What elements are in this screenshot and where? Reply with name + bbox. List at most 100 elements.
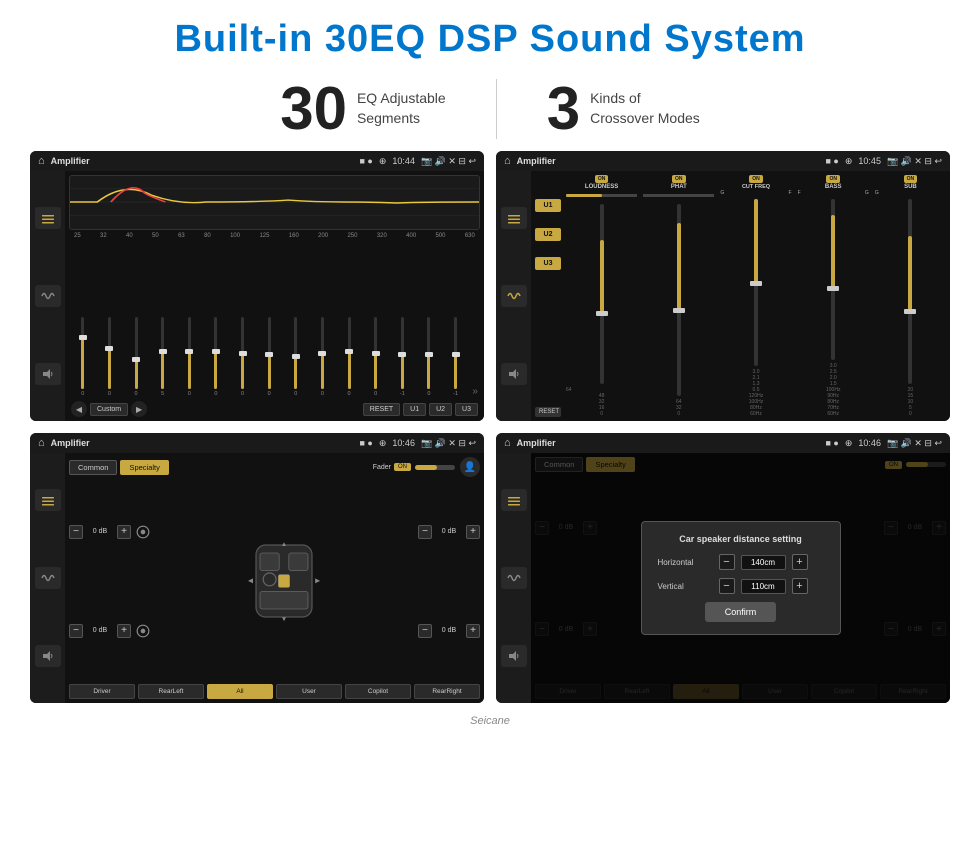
eq-icon4 <box>507 493 521 507</box>
rr-plus-btn[interactable]: + <box>466 624 480 638</box>
u2-channel-btn[interactable]: U2 <box>535 228 561 241</box>
driver-btn[interactable]: Driver <box>69 684 135 699</box>
specialty-body: Common Specialty Fader ON 👤 − <box>65 453 484 703</box>
eq-sidebar-btn2[interactable] <box>35 285 61 307</box>
cutfreq-on: ON <box>749 175 763 183</box>
eq-slider-0[interactable]: 0 <box>71 317 95 397</box>
specialty-sidebar-btn1[interactable] <box>35 489 61 511</box>
fader-on-toggle[interactable]: ON <box>394 463 411 471</box>
u1-channel-btn[interactable]: U1 <box>535 199 561 212</box>
cutfreq-gf: GF <box>720 190 791 196</box>
copilot-btn[interactable]: Copilot <box>345 684 411 699</box>
phat-slider-v[interactable] <box>677 204 681 396</box>
vertical-plus-btn[interactable]: + <box>792 578 808 594</box>
eq-slider-12[interactable]: -1 <box>391 317 415 397</box>
phat-slider-h[interactable] <box>643 194 714 197</box>
eq-slider-2[interactable]: 0 <box>124 317 148 397</box>
dialog-title: Car speaker distance setting <box>658 534 824 544</box>
crossover-home-icon: ⌂ <box>504 155 511 167</box>
fr-plus-btn[interactable]: + <box>466 525 480 539</box>
fl-minus-btn[interactable]: − <box>69 525 83 539</box>
person-btn[interactable]: 👤 <box>460 457 480 477</box>
eq-slider-3[interactable]: 5 <box>151 317 175 397</box>
u3-channel-btn[interactable]: U3 <box>535 257 561 270</box>
rl-minus-btn[interactable]: − <box>69 624 83 638</box>
crossover-reset-btn[interactable]: RESET <box>535 407 561 417</box>
eq-slider-14[interactable]: -1 <box>444 317 468 397</box>
bass-slider[interactable] <box>831 199 835 360</box>
speaker-rear-left-icon <box>136 624 150 638</box>
eq-slider-4[interactable]: 0 <box>178 317 202 397</box>
eq-bottom-controls: ◀ Custom ▶ RESET U1 U2 U3 <box>69 401 480 417</box>
confirm-button[interactable]: Confirm <box>705 602 777 622</box>
eq-slider-10[interactable]: 0 <box>337 317 361 397</box>
reset-btn[interactable]: RESET <box>363 403 400 416</box>
eq-slider-11[interactable]: 0 <box>364 317 388 397</box>
front-left-row: − 0 dB + <box>69 525 150 539</box>
distance-home-icon: ⌂ <box>504 437 511 449</box>
eq-app-title: Amplifier <box>51 156 354 166</box>
wave-icon2 <box>507 289 521 303</box>
common-tab[interactable]: Common <box>69 460 117 475</box>
cutfreq-col: ON CUT FREQ GF 3.0 2.1 1.3 0.5 120Hz10 <box>720 175 791 417</box>
eq-slider-9[interactable]: 0 <box>311 317 335 397</box>
rearright-btn[interactable]: RearRight <box>414 684 480 699</box>
car-diagram-area: ▲ ▼ ◀ ▶ <box>155 482 413 680</box>
specialty-sidebar-btn3[interactable] <box>35 645 61 667</box>
user-btn[interactable]: User <box>276 684 342 699</box>
stat-crossover: 3 Kinds of Crossover Modes <box>497 79 750 139</box>
all-btn[interactable]: All <box>207 684 273 699</box>
rr-minus-btn[interactable]: − <box>418 624 432 638</box>
eq-top-icons: 📷 🔊 ✕ ⊟ ↩ <box>421 156 476 167</box>
horizontal-value: 140cm <box>741 555 786 570</box>
rl-plus-btn[interactable]: + <box>117 624 131 638</box>
page-header: Built-in 30EQ DSP Sound System <box>0 0 980 71</box>
eq-slider-5[interactable]: 0 <box>204 317 228 397</box>
horizontal-minus-btn[interactable]: − <box>719 554 735 570</box>
distance-app-title: Amplifier <box>517 438 820 448</box>
prev-preset-btn[interactable]: ◀ <box>71 401 87 417</box>
horizontal-plus-btn[interactable]: + <box>792 554 808 570</box>
bass-col: ON BASS FG 3.0 2.5 2.0 1.5 100Hz90Hz80 <box>798 175 869 417</box>
eq-sidebar-btn3[interactable] <box>35 363 61 385</box>
eq-slider-7[interactable]: 0 <box>257 317 281 397</box>
vertical-minus-btn[interactable]: − <box>719 578 735 594</box>
loudness-slider-v[interactable] <box>600 204 604 384</box>
crossover-sidebar-btn2[interactable] <box>501 285 527 307</box>
phat-on: ON <box>672 175 686 183</box>
eq-slider-13[interactable]: 0 <box>417 317 441 397</box>
cutfreq-slider[interactable] <box>754 199 758 366</box>
home-icon: ⌂ <box>38 155 45 167</box>
distance-sidebar-btn2[interactable] <box>501 567 527 589</box>
distance-body: Common Specialty ON − 0 dB + <box>531 453 950 703</box>
specialty-tab[interactable]: Specialty <box>120 460 168 475</box>
eq-sidebar-btn1[interactable] <box>35 207 61 229</box>
crossover-sidebar-btn3[interactable] <box>501 363 527 385</box>
fader-slider[interactable] <box>415 465 455 470</box>
distance-sidebar-btn3[interactable] <box>501 645 527 667</box>
crossover-sidebar-btn1[interactable] <box>501 207 527 229</box>
rearleft-btn[interactable]: RearLeft <box>138 684 204 699</box>
specialty-location-icon: ⊕ <box>379 438 387 449</box>
next-preset-btn[interactable]: ▶ <box>131 401 147 417</box>
sub-scale5: 0 <box>909 411 912 417</box>
sub-slider[interactable] <box>908 199 912 384</box>
crossover-layout: U1 U2 U3 RESET ON LOUDNESS <box>535 175 946 417</box>
loudness-on: ON <box>595 175 609 183</box>
eq-slider-6[interactable]: 0 <box>231 317 255 397</box>
specialty-tab-row: Common Specialty Fader ON 👤 <box>69 457 480 477</box>
crossover-params: ON LOUDNESS 64 <box>566 175 946 417</box>
distance-sidebar-btn1[interactable] <box>501 489 527 511</box>
specialty-home-icon: ⌂ <box>38 437 45 449</box>
eq-slider-8[interactable]: 0 <box>284 317 308 397</box>
distance-content: Common Specialty ON − 0 dB + <box>496 453 950 703</box>
u3-btn[interactable]: U3 <box>455 403 478 416</box>
u1-btn[interactable]: U1 <box>403 403 426 416</box>
loudness-label: LOUDNESS <box>585 184 618 190</box>
fr-minus-btn[interactable]: − <box>418 525 432 539</box>
specialty-sidebar-btn2[interactable] <box>35 567 61 589</box>
loudness-slider-h[interactable] <box>566 194 637 197</box>
eq-slider-1[interactable]: 0 <box>98 317 122 397</box>
u2-btn[interactable]: U2 <box>429 403 452 416</box>
fl-plus-btn[interactable]: + <box>117 525 131 539</box>
